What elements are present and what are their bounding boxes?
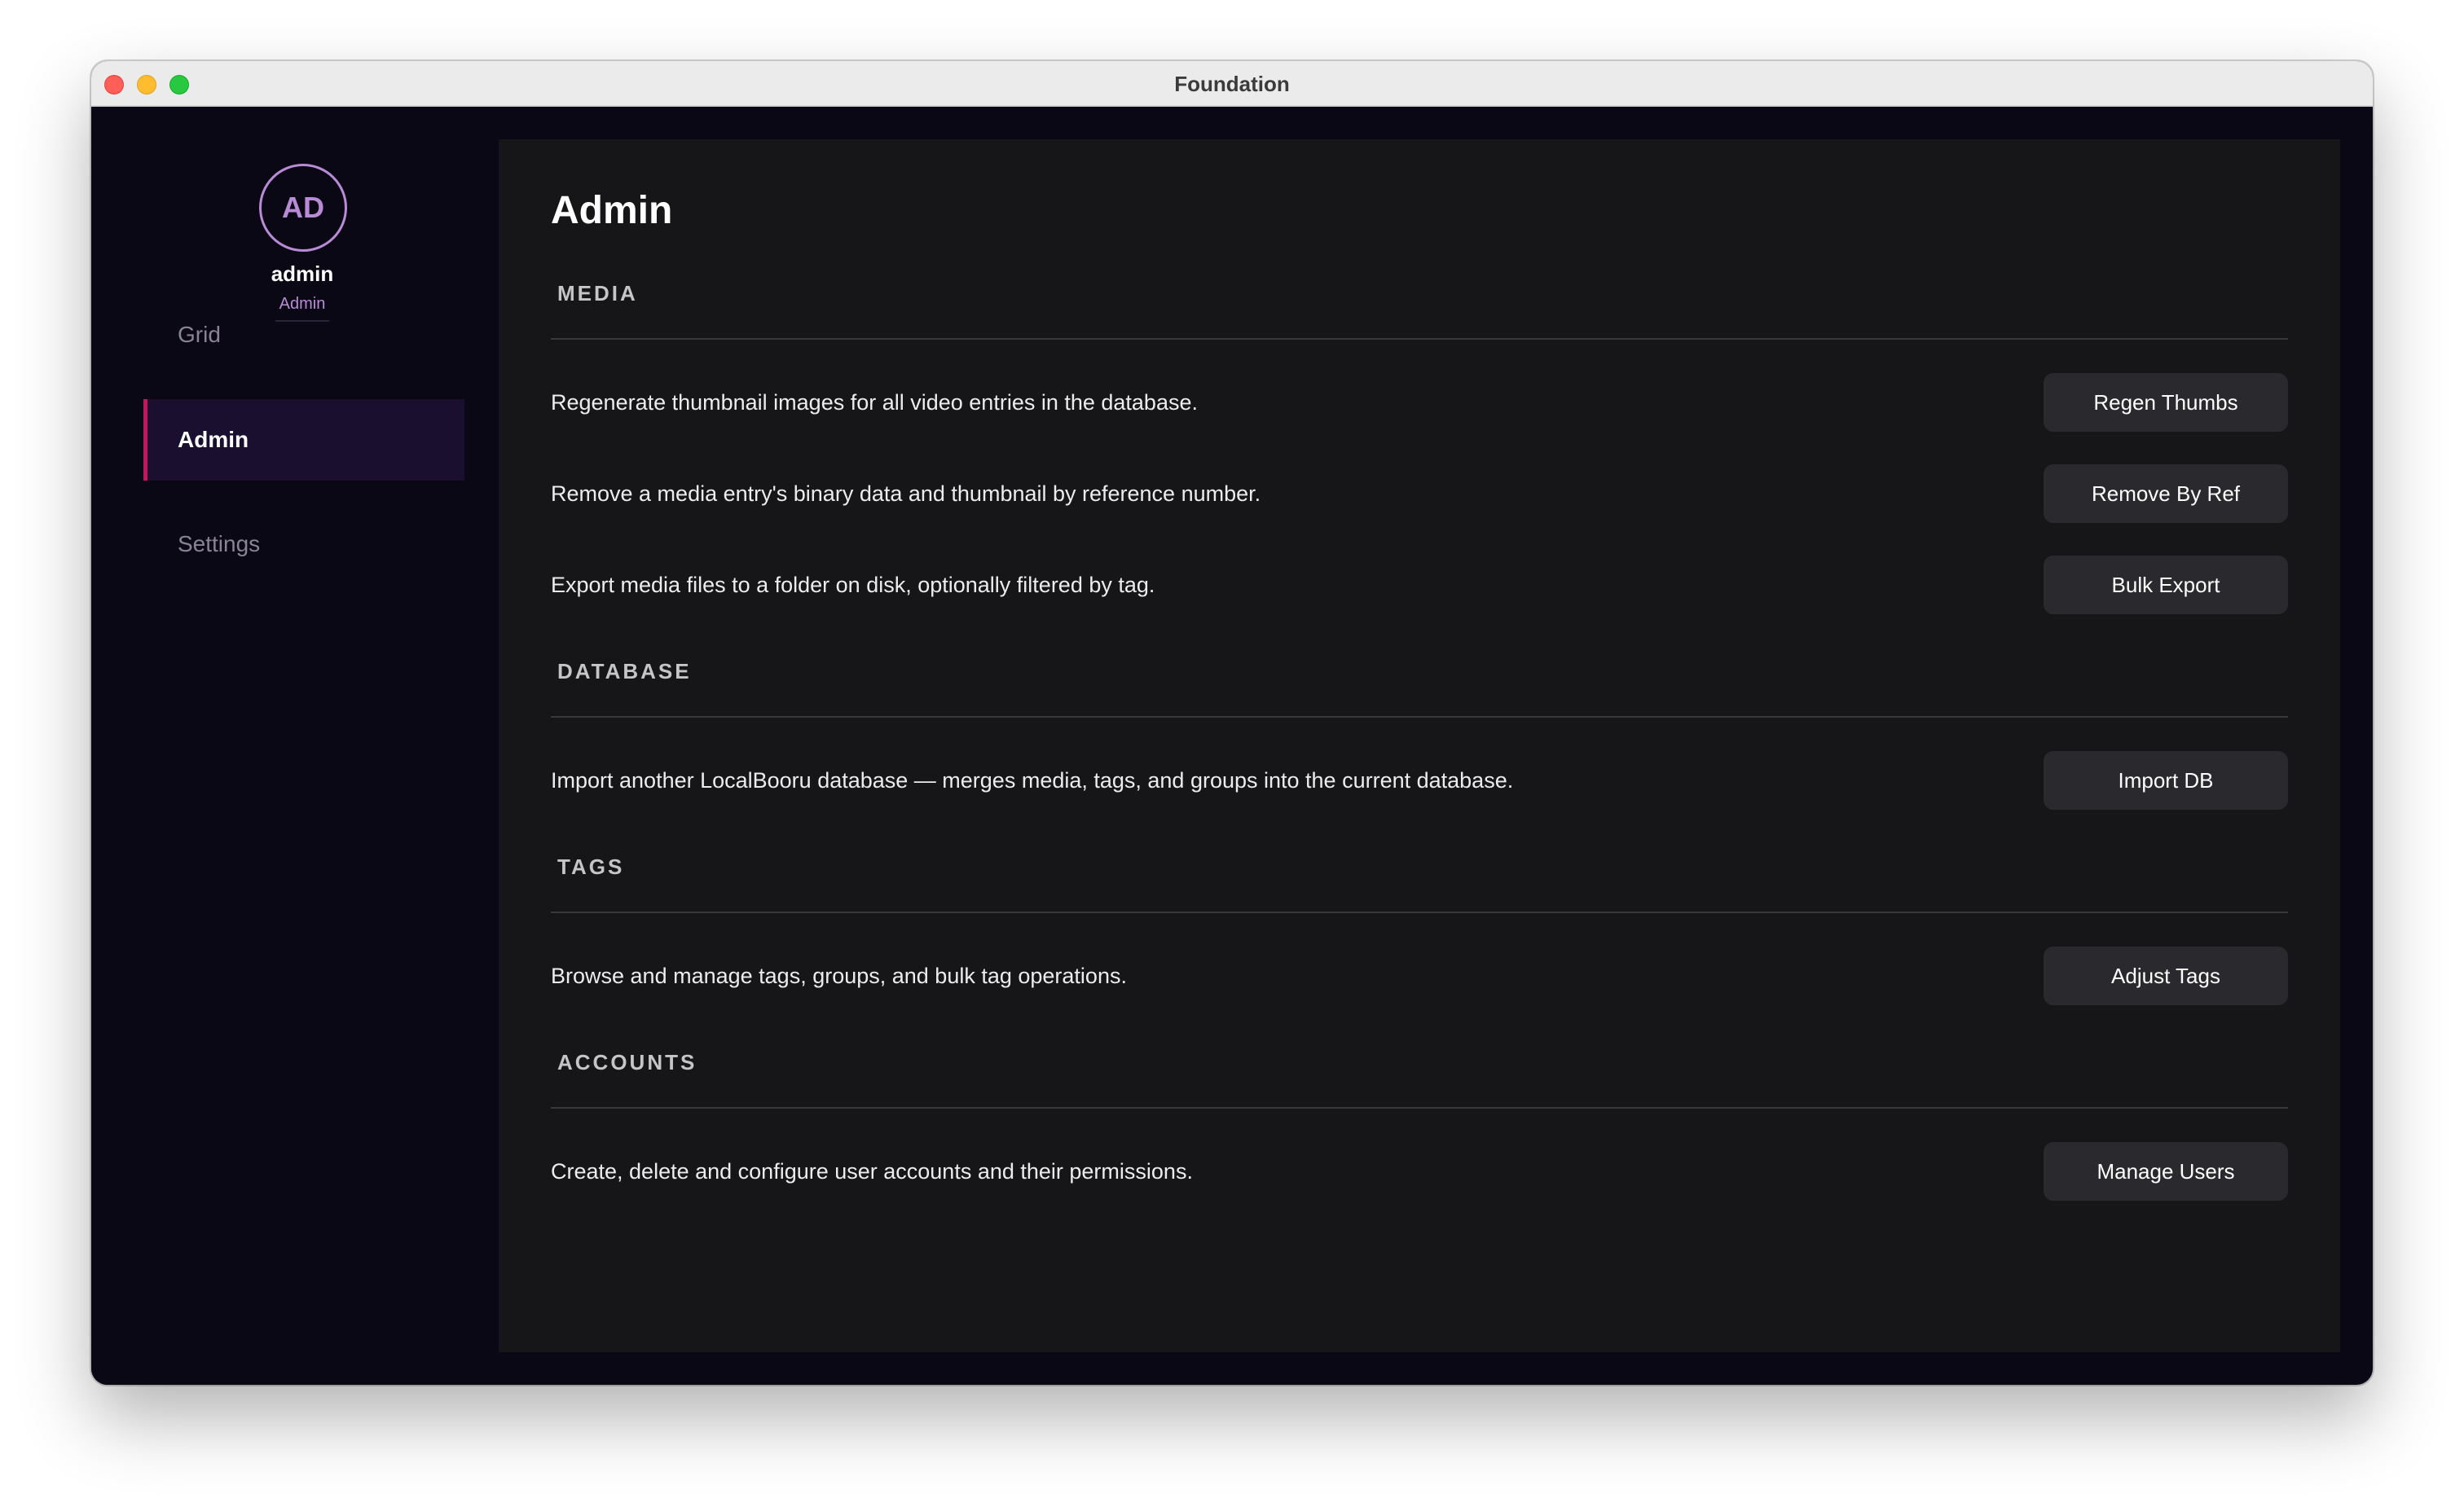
avatar[interactable]: AD — [259, 164, 347, 252]
row-description-adjust-tags: Browse and manage tags, groups, and bulk… — [551, 964, 1127, 988]
nav-item-admin[interactable]: Admin — [143, 399, 464, 481]
row-description-bulk-export: Export media files to a folder on disk, … — [551, 573, 1155, 597]
section-divider — [551, 338, 2288, 340]
row-description-regen-thumbs: Regenerate thumbnail images for all vide… — [551, 390, 1198, 415]
section-divider — [551, 912, 2288, 913]
row-description-remove-by-ref: Remove a media entry's binary data and t… — [551, 481, 1261, 506]
row-description-manage-users: Create, delete and configure user accoun… — [551, 1159, 1193, 1184]
title-bar: Foundation — [91, 61, 2373, 107]
nav-item-grid[interactable]: Grid — [143, 294, 464, 376]
remove-by-ref-button[interactable]: Remove By Ref — [2044, 464, 2288, 523]
adjust-tags-button[interactable]: Adjust Tags — [2044, 947, 2288, 1005]
manage-users-button[interactable]: Manage Users — [2044, 1142, 2288, 1201]
section-header-media: MEDIA — [557, 281, 638, 305]
app-window: Foundation AD admin Admin Grid Admin Set… — [91, 61, 2373, 1385]
section-header-accounts: ACCOUNTS — [557, 1050, 697, 1074]
section-divider — [551, 1107, 2288, 1109]
window-title: Foundation — [1174, 72, 1290, 96]
username: admin — [271, 261, 334, 286]
regen-thumbs-button[interactable]: Regen Thumbs — [2044, 373, 2288, 432]
section-divider — [551, 716, 2288, 718]
section-header-tags: TAGS — [557, 855, 625, 879]
page-title: Admin — [551, 189, 673, 232]
row-description-import-db: Import another LocalBooru database — mer… — [551, 768, 1514, 793]
sidebar: AD admin Admin Grid Admin Settings — [91, 107, 499, 1385]
section-header-database: DATABASE — [557, 659, 692, 683]
main-panel: Admin MEDIA Regenerate thumbnail images … — [499, 139, 2340, 1352]
bulk-export-button[interactable]: Bulk Export — [2044, 556, 2288, 614]
nav-item-settings[interactable]: Settings — [143, 503, 464, 585]
import-db-button[interactable]: Import DB — [2044, 751, 2288, 810]
